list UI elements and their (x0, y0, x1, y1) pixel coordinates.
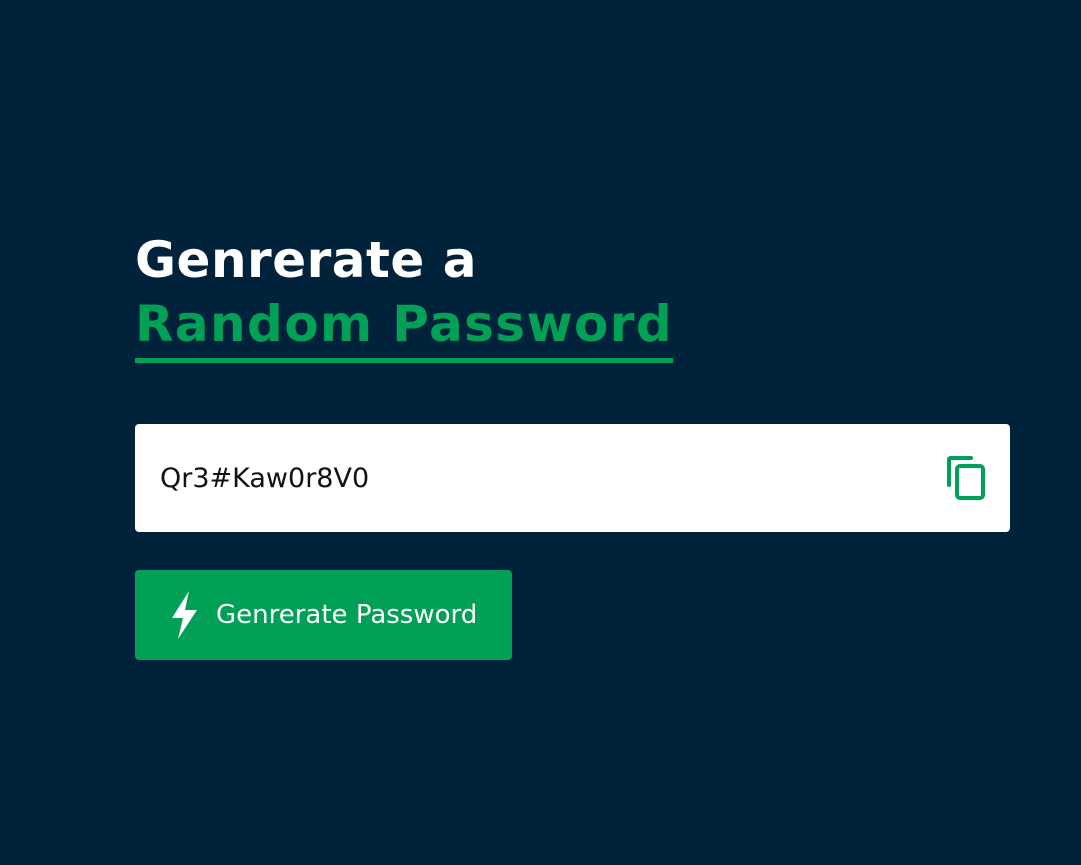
copy-button[interactable] (942, 454, 990, 502)
generate-password-button[interactable]: Genrerate Password (135, 570, 512, 660)
password-generator-panel: Genrerate a Random Password Genrerate Pa… (135, 228, 1010, 660)
copy-icon (947, 456, 985, 500)
title-line-2-highlight: Random Password (135, 292, 674, 363)
title-line-1: Genrerate a (135, 231, 477, 289)
password-output-field[interactable] (160, 424, 920, 532)
page-title: Genrerate a Random Password (135, 228, 1010, 363)
lightning-bolt-icon (167, 590, 201, 640)
generate-button-label: Genrerate Password (216, 600, 478, 630)
password-field-box (135, 424, 1010, 532)
